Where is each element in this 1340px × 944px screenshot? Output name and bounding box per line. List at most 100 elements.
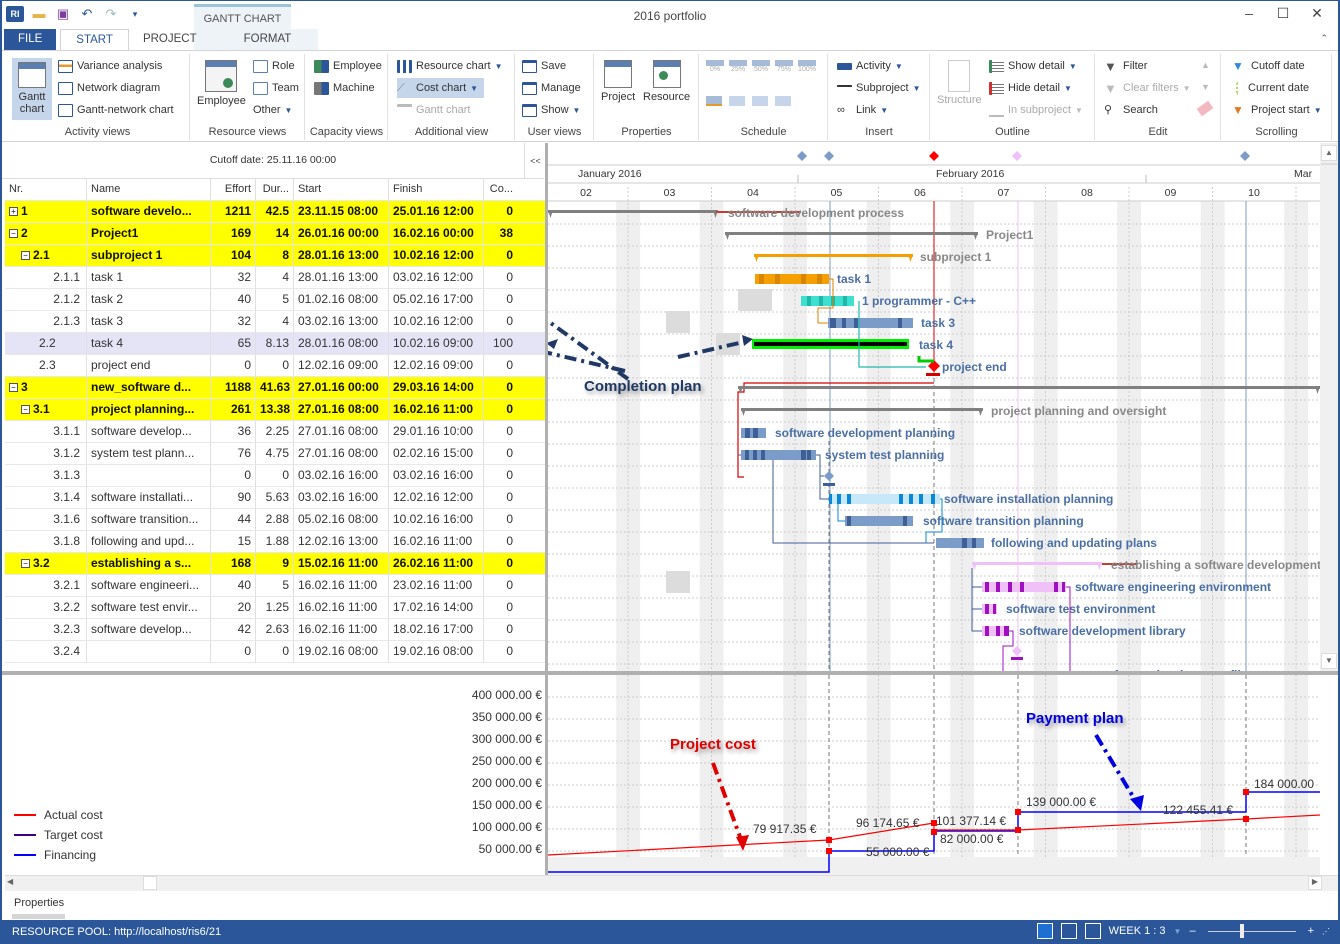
cell-completion[interactable]: 0 (484, 619, 517, 640)
cell-start[interactable]: 23.11.15 08:00 (294, 201, 389, 222)
show-views-dropdown[interactable]: Show ▼ (522, 100, 580, 120)
cell-duration[interactable]: 4 (256, 267, 294, 288)
cell-finish[interactable]: 23.02.16 11:00 (389, 575, 484, 596)
cell-completion[interactable]: 0 (484, 553, 517, 574)
tab-start[interactable]: START (60, 29, 129, 50)
cell-start[interactable]: 19.02.16 08:00 (294, 641, 389, 662)
search-button[interactable]: ⚲ Search (1104, 100, 1158, 120)
cell-name[interactable]: software develop... (87, 421, 211, 442)
cell-completion[interactable]: 0 (484, 487, 517, 508)
cell-duration[interactable]: 2.63 (256, 619, 294, 640)
cell-finish[interactable]: 29.03.16 14:00 (389, 377, 484, 398)
cell-name[interactable]: Project1 (87, 223, 211, 244)
cell-name[interactable]: task 1 (87, 267, 211, 288)
cell-effort[interactable]: 169 (211, 223, 256, 244)
cell-effort[interactable]: 36 (211, 421, 256, 442)
table-row[interactable]: 2.1.2 task 2 40 5 01.02.16 08:00 05.02.16 17:… (5, 289, 545, 311)
cell-start[interactable]: 12.02.16 09:00 (294, 355, 389, 376)
expand-icon[interactable]: + (9, 207, 18, 216)
cell-duration[interactable]: 5 (256, 289, 294, 310)
table-row[interactable]: −3.2 establishing a s... 168 9 15.02.16 11:0… (5, 553, 545, 575)
cell-effort[interactable]: 0 (211, 465, 256, 486)
scroll-down-button[interactable]: ▼ (1321, 653, 1337, 669)
cell-start[interactable]: 28.01.16 13:00 (294, 245, 389, 266)
cell-completion[interactable]: 0 (484, 597, 517, 618)
collapse-table-button[interactable]: << (524, 143, 546, 179)
properties-label[interactable]: Properties (14, 897, 64, 909)
cell-finish[interactable]: 26.02.16 11:00 (389, 553, 484, 574)
resource-view-icon[interactable] (1060, 923, 1077, 939)
network-diagram-button[interactable]: Network diagram (58, 78, 160, 98)
cell-duration[interactable]: 2.25 (256, 421, 294, 442)
show-detail-button[interactable]: Show detail ▼ (989, 56, 1077, 76)
table-row[interactable]: −3.1 project planning... 261 13.38 27.01.16 … (5, 399, 545, 421)
column-header-start[interactable]: Start (294, 179, 389, 200)
table-row[interactable]: 3.1.8 following and upd... 15 1.88 12.02.16 … (5, 531, 545, 553)
cell-effort[interactable]: 104 (211, 245, 256, 266)
cell-duration[interactable]: 0 (256, 355, 294, 376)
cell-effort[interactable]: 0 (211, 355, 256, 376)
table-row[interactable]: 2.3 project end 0 0 12.02.16 09:00 12.02.16 0… (5, 355, 545, 377)
table-row[interactable]: 3.1.2 system test plann... 76 4.75 27.01.16 … (5, 443, 545, 465)
cost-chart-button[interactable]: ⟋ Cost chart ▼ (397, 78, 485, 98)
split-options-icon[interactable] (775, 96, 791, 106)
capacity-machine-button[interactable]: Machine (314, 78, 375, 98)
table-row[interactable]: +1 software develo... 1211 42.5 23.11.15 08:… (5, 201, 545, 223)
percent-25-button[interactable]: 25% (729, 60, 747, 73)
horizontal-scrollbar[interactable]: ◀ ▶ (5, 875, 1338, 891)
cell-finish[interactable]: 05.02.16 17:00 (389, 289, 484, 310)
insert-subproject-button[interactable]: Subproject ▼ (837, 78, 921, 98)
time-scale-label[interactable]: WEEK 1 : 3 (1109, 925, 1166, 937)
cell-completion[interactable]: 0 (484, 443, 517, 464)
cell-finish[interactable]: 19.02.16 08:00 (389, 641, 484, 662)
cell-effort[interactable]: 20 (211, 597, 256, 618)
cell-name[interactable] (87, 641, 211, 662)
table-row[interactable]: −2 Project1 169 14 26.01.16 00:00 16.02.16 00… (5, 223, 545, 245)
cell-finish[interactable]: 10.02.16 09:00 (389, 333, 484, 354)
cell-start[interactable]: 03.02.16 16:00 (294, 465, 389, 486)
cell-name[interactable]: task 4 (87, 333, 211, 354)
cell-finish[interactable]: 16.02.16 11:00 (389, 399, 484, 420)
cell-name[interactable]: establishing a s... (87, 553, 211, 574)
zoom-in-button[interactable]: + (1308, 925, 1314, 937)
cell-start[interactable]: 05.02.16 08:00 (294, 509, 389, 530)
cell-start[interactable]: 15.02.16 11:00 (294, 553, 389, 574)
cell-completion[interactable]: 0 (484, 399, 517, 420)
table-row[interactable]: 3.1.6 software transition... 44 2.88 05.02.1… (5, 509, 545, 531)
scroll-thumb[interactable] (1321, 163, 1337, 165)
table-row[interactable]: 3.1.4 software installati... 90 5.63 03.02.1… (5, 487, 545, 509)
cell-duration[interactable]: 8 (256, 245, 294, 266)
cell-name[interactable]: project end (87, 355, 211, 376)
cell-duration[interactable]: 0 (256, 641, 294, 662)
gantt-network-chart-button[interactable]: Gantt-network chart (58, 100, 174, 120)
cutoff-date-button[interactable]: ▼ Cutoff date (1232, 56, 1305, 76)
cell-effort[interactable]: 32 (211, 311, 256, 332)
collapse-ribbon-icon[interactable]: ⌃ (1320, 33, 1328, 44)
cell-duration[interactable]: 4.75 (256, 443, 294, 464)
cell-name[interactable]: software develo... (87, 201, 211, 222)
cell-start[interactable]: 12.02.16 13:00 (294, 531, 389, 552)
cell-completion[interactable]: 100 (484, 333, 517, 354)
cell-finish[interactable]: 25.01.16 12:00 (389, 201, 484, 222)
insert-activity-button[interactable]: Activity ▼ (837, 56, 903, 76)
team-button[interactable]: Team (253, 78, 299, 98)
cell-name[interactable]: subproject 1 (87, 245, 211, 266)
cell-completion[interactable]: 0 (484, 509, 517, 530)
table-row[interactable]: −2.1 subproject 1 104 8 28.01.16 13:00 10.02.… (5, 245, 545, 267)
cell-name[interactable]: software installati... (87, 487, 211, 508)
cell-effort[interactable]: 40 (211, 289, 256, 310)
cell-duration[interactable]: 41.63 (256, 377, 294, 398)
cell-start[interactable]: 27.01.16 00:00 (294, 377, 389, 398)
cell-effort[interactable]: 90 (211, 487, 256, 508)
cell-completion[interactable]: 0 (484, 575, 517, 596)
filter-button[interactable]: ▼ Filter (1104, 56, 1147, 76)
move-down-icon[interactable]: ▼ (1201, 82, 1210, 92)
cell-duration[interactable]: 0 (256, 465, 294, 486)
cell-effort[interactable]: 1211 (211, 201, 256, 222)
cell-finish[interactable]: 03.02.16 16:00 (389, 465, 484, 486)
cell-effort[interactable]: 261 (211, 399, 256, 420)
vertical-scrollbar[interactable]: ▲ ▼ (1320, 143, 1338, 671)
insert-link-button[interactable]: ∞ Link ▼ (837, 100, 888, 120)
project-start-button[interactable]: ▼ Project start ▼ (1232, 100, 1322, 120)
cell-duration[interactable]: 5.63 (256, 487, 294, 508)
